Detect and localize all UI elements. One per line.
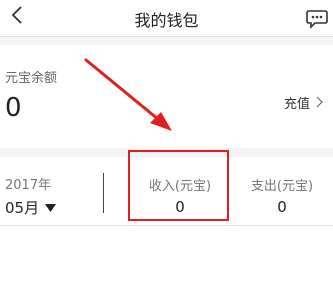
- month-selector[interactable]: 05月: [5, 197, 57, 218]
- expense-value: 0: [277, 198, 287, 216]
- expense-label: 支出(元宝): [250, 179, 314, 194]
- divider: [103, 173, 104, 213]
- recharge-button[interactable]: 充值: [284, 92, 323, 112]
- year-label: 2017年: [5, 178, 52, 193]
- section-gap: [0, 37, 333, 45]
- income-value: 0: [175, 198, 185, 216]
- chevron-right-icon: [316, 96, 323, 108]
- section-gap: [0, 148, 333, 157]
- chat-bubble-icon[interactable]: [305, 6, 329, 30]
- income-label: 收入(元宝): [148, 179, 212, 194]
- balance-label: 元宝余额: [5, 71, 58, 86]
- month-value: 05月: [5, 199, 40, 217]
- income-summary: 收入(元宝) 0: [128, 157, 232, 225]
- balance-value: 0: [5, 93, 22, 123]
- caret-down-icon: [45, 203, 57, 212]
- top-bar: 我的钱包: [0, 0, 333, 37]
- recharge-label: 充值: [283, 96, 310, 112]
- stats-section: 2017年 05月 收入(元宝) 0 支出(元宝) 0: [0, 157, 333, 226]
- expense-summary: 支出(元宝) 0: [232, 157, 332, 225]
- balance-section: 元宝余额 0 充值: [0, 45, 333, 148]
- page-title: 我的钱包: [134, 11, 199, 30]
